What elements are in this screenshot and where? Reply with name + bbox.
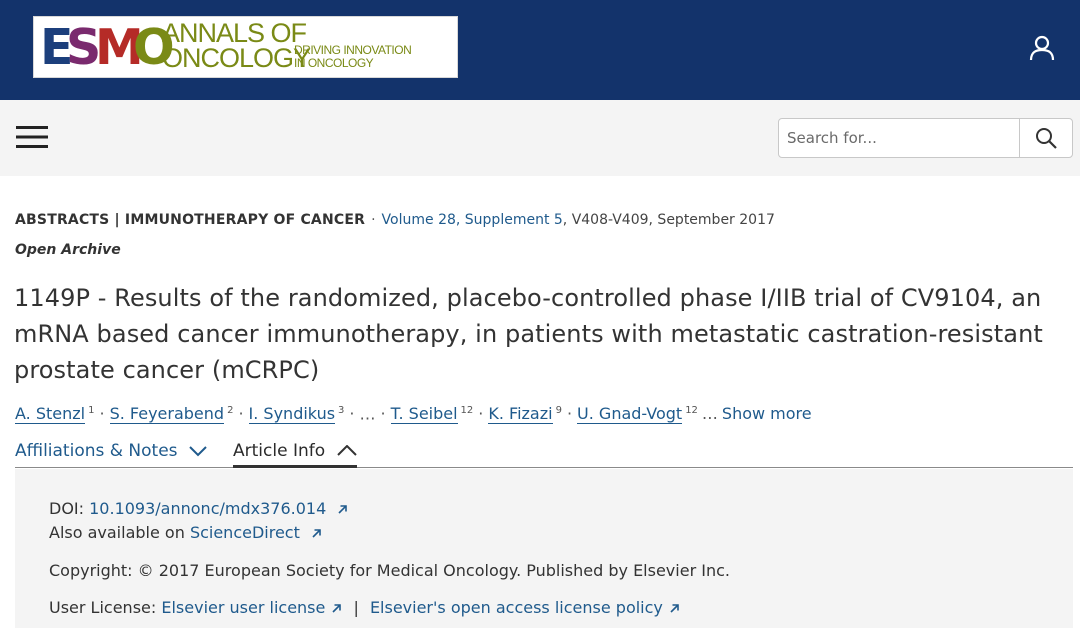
access-type: Open Archive: [15, 242, 121, 258]
authors-ellipsis: …: [359, 404, 376, 424]
search-box: [778, 118, 1073, 158]
article-info-panel: DOI: 10.1093/annonc/mdx376.014 Also avai…: [15, 469, 1073, 628]
also-available-row: Also available on ScienceDirect: [49, 522, 322, 544]
tab-article-info[interactable]: Article Info: [233, 438, 357, 468]
chevron-up-icon: [336, 445, 357, 456]
external-link-icon: [338, 505, 348, 514]
elsevier-user-license-link[interactable]: Elsevier user license: [161, 598, 325, 617]
chevron-down-icon: [189, 446, 207, 457]
author-link[interactable]: K. Fizazi: [488, 404, 553, 425]
article-meta: ABSTRACTS | IMMUNOTHERAPY OF CANCER · Volu…: [15, 212, 775, 228]
hamburger-menu-icon[interactable]: [16, 124, 48, 150]
esmo-wordmark: E S M O: [40, 19, 175, 76]
license-row: User License: Elsevier user license | El…: [49, 597, 680, 619]
user-icon[interactable]: [1028, 34, 1056, 62]
journal-tagline: DRIVING INNOVATION IN ONCOLOGY: [294, 43, 412, 70]
external-link-icon: [312, 529, 321, 538]
search-button[interactable]: [1019, 119, 1072, 157]
article-title: 1149P - Results of the randomized, place…: [14, 284, 1043, 384]
author-link[interactable]: S. Feyerabend: [109, 404, 225, 425]
tab-affiliations[interactable]: Affiliations & Notes: [15, 438, 207, 468]
article-section: ABSTRACTS | IMMUNOTHERAPY OF CANCER: [15, 212, 366, 228]
article-tabs: Affiliations & Notes Article Info: [15, 438, 1073, 468]
search-input[interactable]: [779, 119, 1019, 157]
author-link[interactable]: A. Stenzl: [15, 404, 86, 425]
author-link[interactable]: I. Syndikus: [248, 404, 336, 425]
author-list: A. Stenzl 1 · S. Feyerabend 2 · I. Syndikus 3 ·……: [15, 404, 812, 425]
volume-link[interactable]: Volume 28, Supplement 5: [382, 212, 563, 228]
esmo-annals-logo[interactable]: E S M O ANNALS OF ONCOLOGY DRIVING INNOV…: [33, 16, 458, 78]
copyright-text: Copyright: © 2017 European Society for M…: [49, 561, 730, 580]
external-link-icon: [670, 604, 679, 613]
open-access-policy-link[interactable]: Elsevier's open access license policy: [370, 598, 663, 617]
search-icon: [1036, 128, 1057, 149]
doi-link[interactable]: 10.1093/annonc/mdx376.014: [89, 499, 326, 518]
author-link[interactable]: T. Seibel: [390, 404, 458, 425]
journal-name: ANNALS OF ONCOLOGY: [162, 18, 311, 73]
sciencedirect-link[interactable]: ScienceDirect: [190, 523, 300, 542]
site-header: E S M O ANNALS OF ONCOLOGY DRIVING INNOV…: [0, 0, 1080, 100]
external-link-icon: [332, 604, 342, 613]
doi-row: DOI: 10.1093/annonc/mdx376.014: [49, 498, 348, 520]
author-link[interactable]: U. Gnad-Vogt: [577, 404, 683, 425]
show-more-authors-button[interactable]: Show more: [722, 404, 812, 423]
volume-pages-date: , V408-V409, September 2017: [562, 212, 775, 228]
